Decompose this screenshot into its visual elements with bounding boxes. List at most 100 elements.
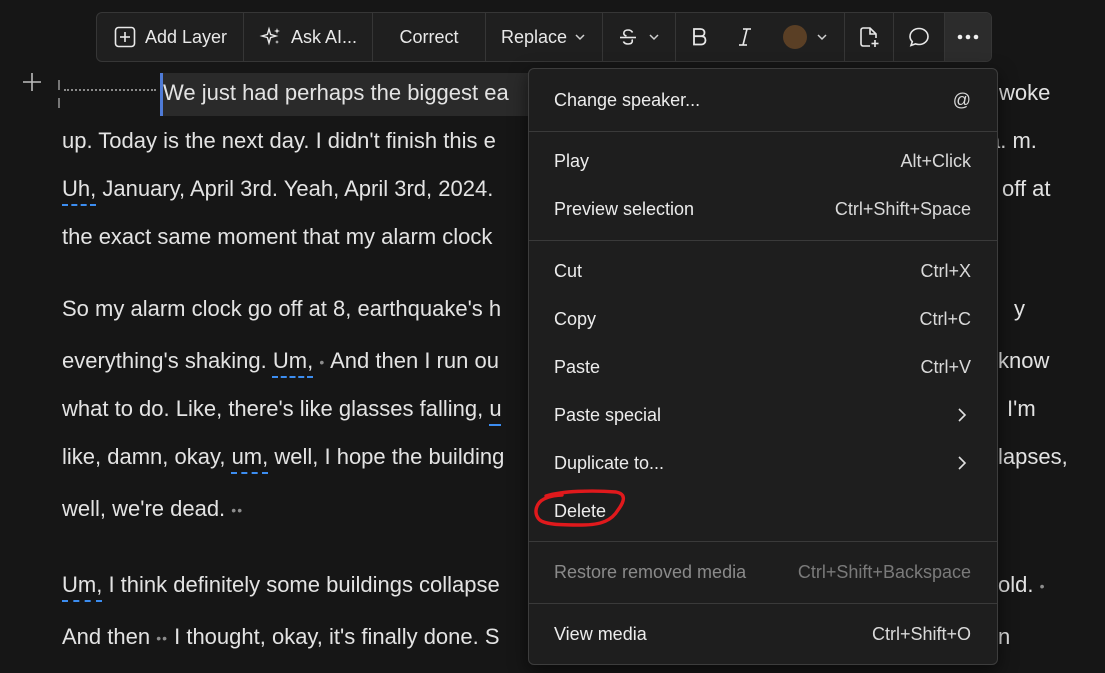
comment-icon	[909, 27, 929, 47]
line-text: I thought, okay, it's finally done. S	[168, 624, 500, 649]
context-menu: Change speaker... @ Play Alt+Click Previ…	[528, 68, 998, 665]
transcript-line[interactable]: And then •• I thought, okay, it's finall…	[62, 622, 500, 653]
color-swatch	[783, 25, 807, 49]
menu-item-change-speaker[interactable]: Change speaker... @	[529, 79, 997, 121]
menu-item-play[interactable]: Play Alt+Click	[529, 140, 997, 182]
transcript-line-tail[interactable]: n	[998, 622, 1010, 652]
filler-word[interactable]: Uh,	[62, 176, 96, 201]
menu-item-preview-selection[interactable]: Preview selection Ctrl+Shift+Space	[529, 188, 997, 230]
menu-divider	[529, 131, 997, 132]
menu-item-view-media[interactable]: View media Ctrl+Shift+O	[529, 613, 997, 655]
transcript-line-tail[interactable]: know	[998, 346, 1049, 376]
menu-item-label: Paste	[554, 356, 601, 377]
color-picker-button[interactable]	[768, 13, 844, 61]
line-text: like, damn, okay,	[62, 444, 232, 469]
line-text: I think definitely some buildings collap…	[102, 572, 500, 597]
pause-marker[interactable]: ••	[231, 502, 243, 518]
menu-item-shortcut: Ctrl+X	[920, 260, 971, 281]
filler-word[interactable]: u	[489, 396, 501, 421]
filler-word[interactable]: um,	[232, 444, 269, 469]
line-text: n	[998, 624, 1011, 649]
menu-divider	[529, 240, 997, 241]
menu-item-shortcut: Ctrl+V	[920, 356, 971, 377]
transcript-line[interactable]: We just had perhaps the biggest ea	[163, 78, 509, 108]
pause-marker[interactable]: •	[1040, 578, 1046, 594]
filler-word[interactable]: Um,	[273, 348, 313, 373]
transcript-line[interactable]: up. Today is the next day. I didn't fini…	[62, 126, 496, 156]
menu-item-cut[interactable]: Cut Ctrl+X	[529, 250, 997, 292]
ask-ai-label: Ask AI...	[290, 26, 358, 47]
menu-item-restore-removed-media: Restore removed media Ctrl+Shift+Backspa…	[529, 551, 997, 593]
transcript-line[interactable]: well, we're dead. ••	[62, 494, 243, 525]
menu-item-shortcut: @	[952, 89, 971, 110]
transcript-line-tail[interactable]: I'm	[1007, 394, 1036, 424]
transcript-line-tail[interactable]: off at	[1002, 174, 1051, 204]
add-layer-button[interactable]: Add Layer	[97, 13, 243, 61]
menu-item-label: Cut	[554, 260, 583, 281]
toolbar: Add Layer Ask AI... Correct Replace	[96, 12, 992, 62]
replace-dropdown[interactable]: Replace	[486, 13, 602, 61]
menu-item-shortcut: Ctrl+Shift+O	[871, 623, 971, 644]
add-layer-label: Add Layer	[144, 26, 228, 47]
transcript-line[interactable]: So my alarm clock go off at 8, earthquak…	[62, 294, 501, 324]
line-text: know	[998, 348, 1050, 373]
line-text: So my alarm clock go off at 8, earthquak…	[62, 296, 502, 321]
line-text: I'm	[1007, 396, 1036, 421]
bold-button[interactable]	[676, 13, 722, 61]
menu-item-copy[interactable]: Copy Ctrl+C	[529, 298, 997, 340]
menu-item-label: Copy	[554, 308, 597, 329]
menu-divider	[529, 603, 997, 604]
add-block-icon[interactable]	[21, 71, 43, 93]
chevron-down-icon	[575, 34, 585, 41]
transcript-line-tail[interactable]: woke	[999, 78, 1050, 108]
new-doc-icon	[860, 27, 879, 47]
new-document-button[interactable]	[845, 13, 893, 61]
chevron-down-icon	[817, 34, 827, 41]
speaker-gutter	[58, 80, 160, 108]
menu-item-paste-special[interactable]: Paste special	[529, 394, 997, 436]
line-text: lapses,	[998, 444, 1068, 469]
line-text: up. Today is the next day. I didn't fini…	[62, 128, 496, 153]
line-text: And then	[62, 624, 157, 649]
line-text: January, April 3rd. Yeah, April 3rd, 202…	[96, 176, 494, 201]
ask-ai-button[interactable]: Ask AI...	[244, 13, 372, 61]
filler-word[interactable]: Um,	[62, 572, 102, 597]
transcript-line-tail[interactable]: old. •	[998, 570, 1046, 601]
correct-label: Correct	[399, 26, 459, 47]
plus-square-icon	[114, 26, 136, 48]
menu-item-label: Preview selection	[554, 198, 695, 219]
menu-item-shortcut: Alt+Click	[900, 150, 971, 171]
menu-item-paste[interactable]: Paste Ctrl+V	[529, 346, 997, 388]
menu-divider	[529, 541, 997, 542]
menu-item-label: View media	[554, 623, 647, 644]
line-text: the exact same moment that my alarm cloc…	[62, 224, 493, 249]
sparkle-icon	[259, 26, 280, 46]
transcript-line[interactable]: everything's shaking. Um, • And then I r…	[62, 346, 499, 377]
pause-marker[interactable]: ••	[156, 630, 168, 646]
transcript-line-tail[interactable]: y	[1014, 294, 1025, 324]
menu-item-shortcut: Ctrl+Shift+Backspace	[797, 561, 971, 582]
line-text: old.	[998, 572, 1034, 597]
chevron-down-icon	[649, 34, 659, 41]
more-options-button[interactable]	[945, 13, 991, 61]
strikethrough-button[interactable]	[603, 13, 675, 61]
line-text: y	[1014, 296, 1025, 321]
line-text: what to do. Like, there's like glasses f…	[62, 396, 490, 421]
transcript-line[interactable]: like, damn, okay, um, well, I hope the b…	[62, 442, 504, 472]
italic-button[interactable]	[722, 13, 768, 61]
transcript-line[interactable]: Um, I think definitely some buildings co…	[62, 570, 500, 600]
bold-icon	[693, 28, 707, 46]
transcript-line[interactable]: the exact same moment that my alarm cloc…	[62, 222, 492, 252]
menu-item-label: Change speaker...	[554, 89, 701, 110]
transcript-line[interactable]: what to do. Like, there's like glasses f…	[62, 394, 502, 424]
line-text: woke	[999, 80, 1051, 105]
transcript-line-tail[interactable]: lapses,	[998, 442, 1068, 472]
comment-button[interactable]	[894, 13, 944, 61]
line-text: off at	[1002, 176, 1051, 201]
menu-item-duplicate-to[interactable]: Duplicate to...	[529, 442, 997, 484]
correct-button[interactable]: Correct	[373, 13, 485, 61]
transcript-line[interactable]: Uh, January, April 3rd. Yeah, April 3rd,…	[62, 174, 493, 204]
menu-item-shortcut: Ctrl+C	[919, 308, 971, 329]
menu-item-label: Duplicate to...	[554, 452, 665, 473]
menu-item-label: Play	[554, 150, 590, 171]
